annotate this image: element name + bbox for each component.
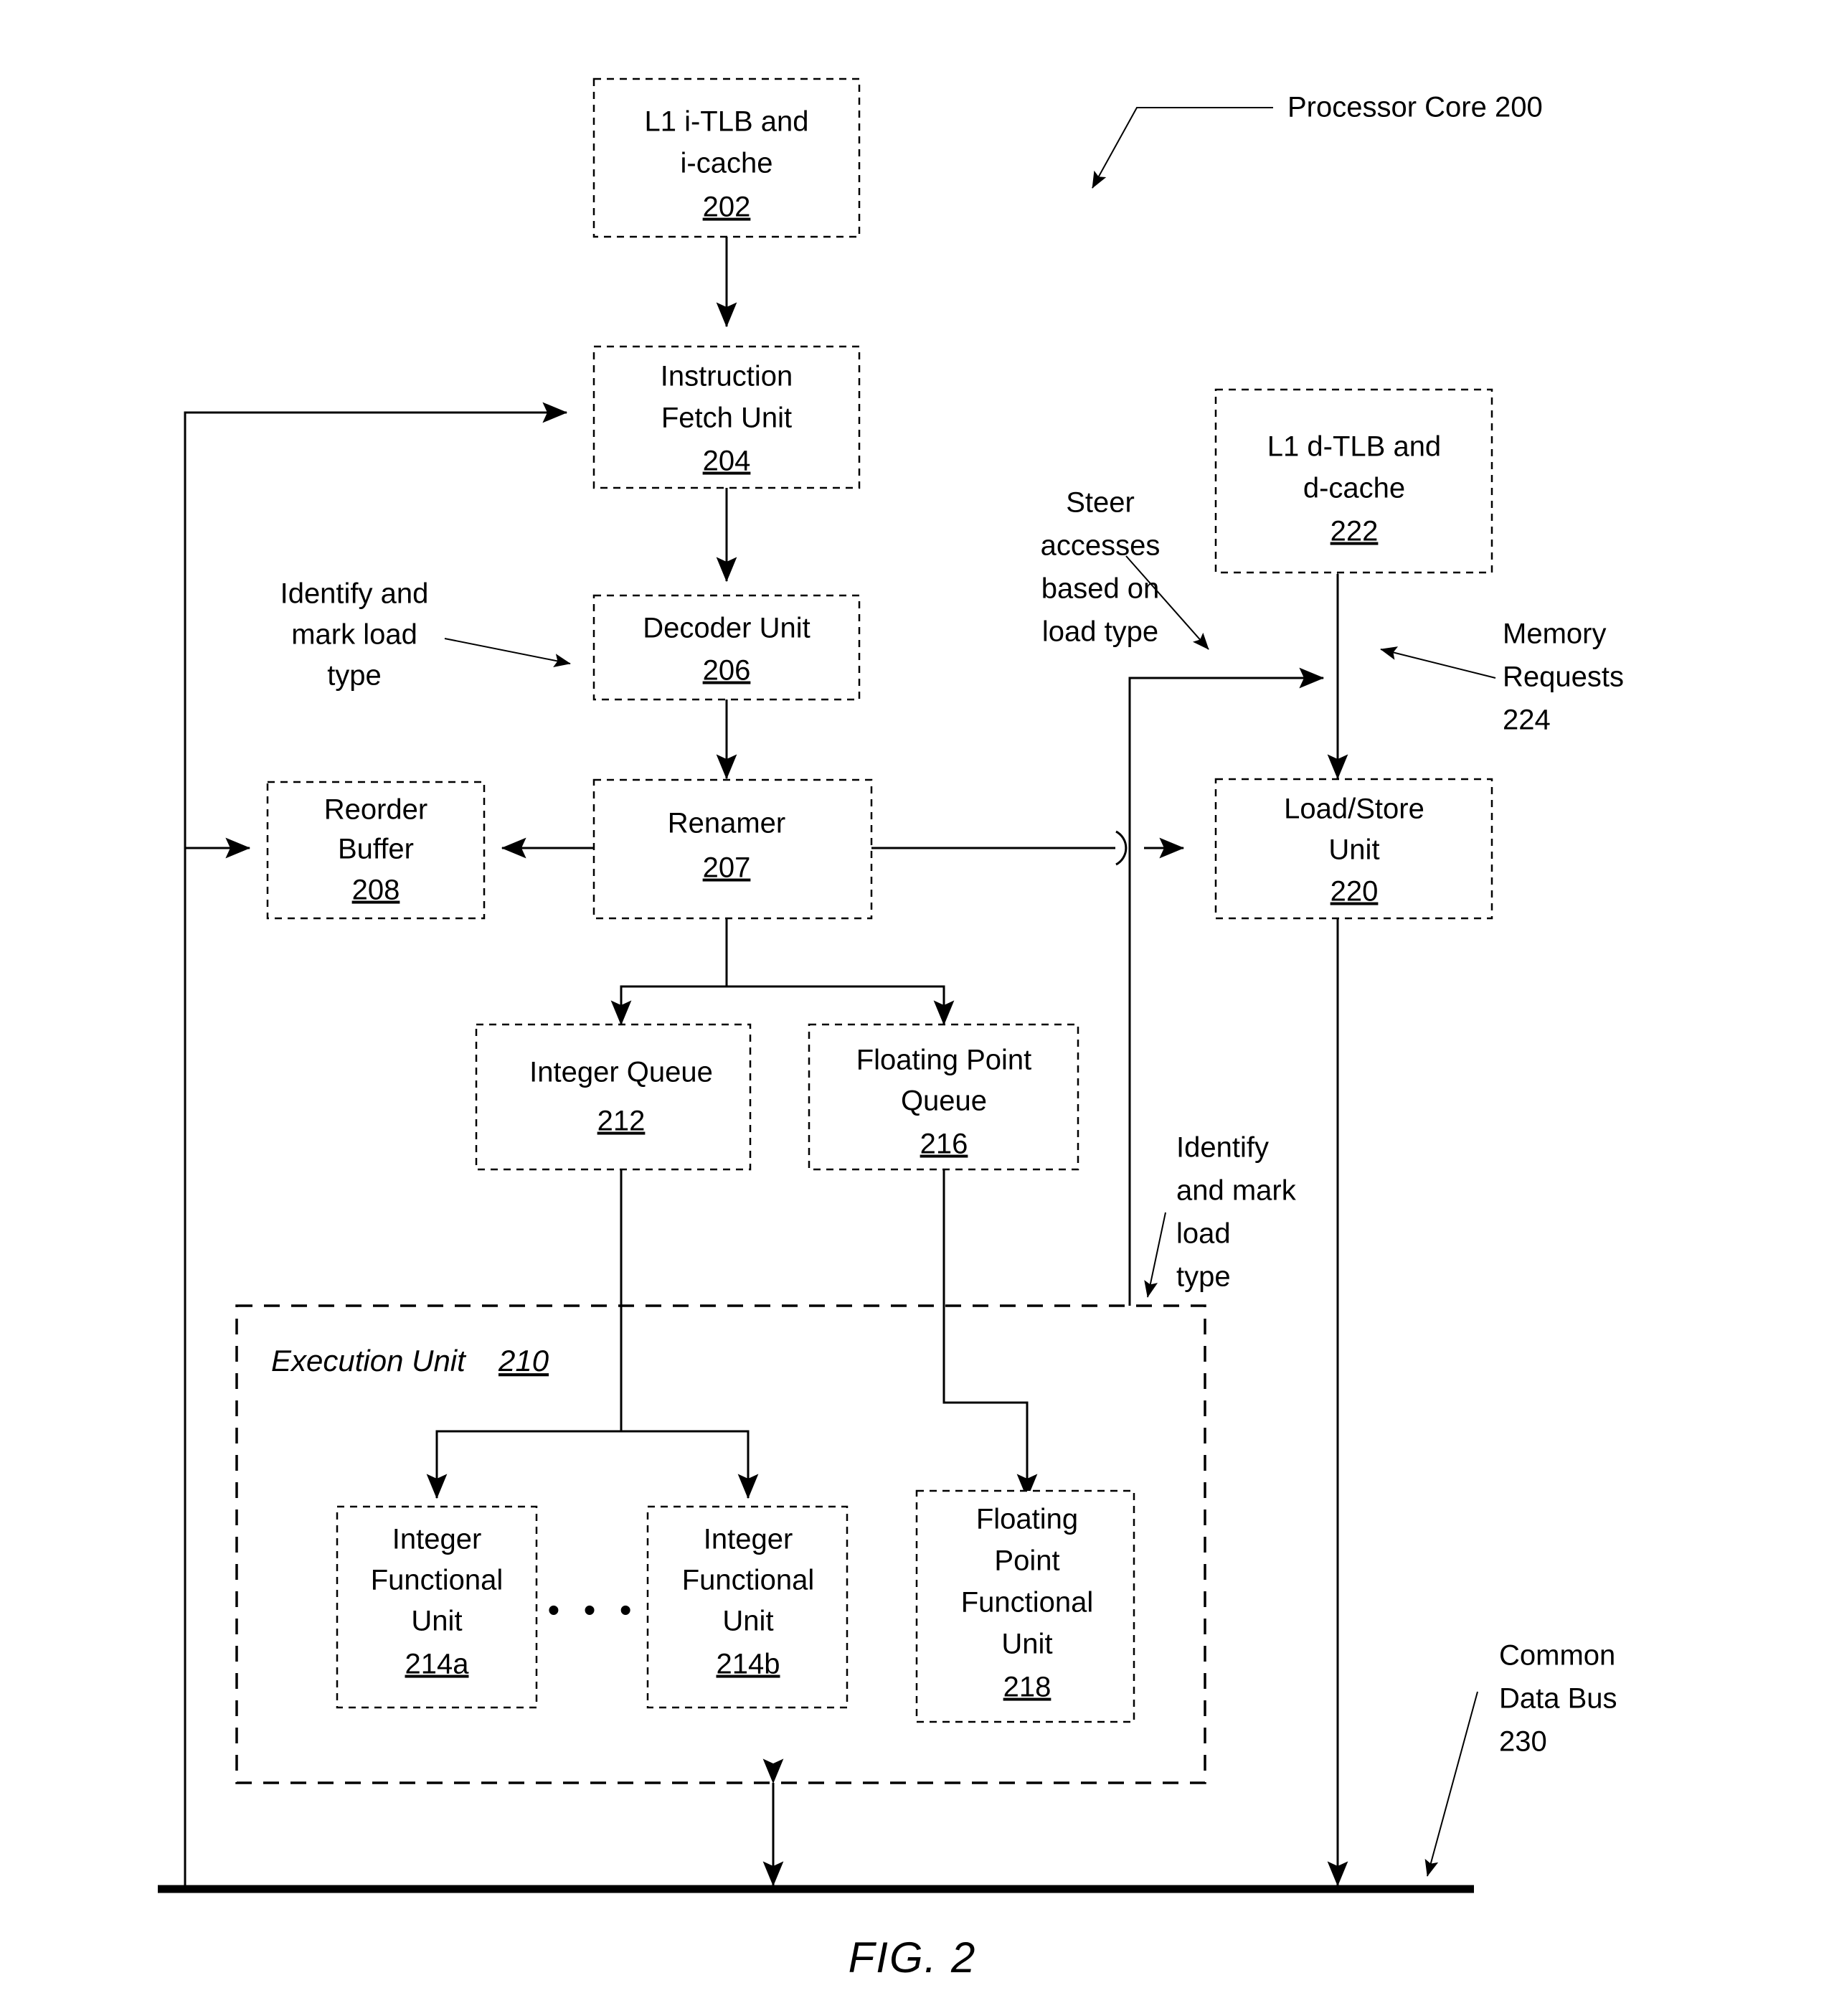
block-renamer-frame[interactable] [592,778,873,920]
callout-identify-mark-right-line2: and mark [1176,1175,1297,1207]
block-fp-queue[interactable]: Floating Point Queue 216 [808,1023,1079,1171]
block-l1-itlb-icache-ref: 202 [703,192,751,223]
callout-steer-accesses-line1: Steer [1066,487,1135,519]
callout-memory-requests-line2: Requests [1503,661,1624,693]
block-fp-functional-unit-line1: Floating [976,1504,1078,1535]
block-reorder-buffer-line2: Buffer [338,834,414,865]
block-integer-functional-unit-b-line2: Functional [682,1565,815,1596]
block-integer-queue-line1: Integer Queue [529,1057,713,1088]
callout-identify-mark-right-line4: type [1176,1261,1231,1293]
block-instruction-fetch-unit-line2: Fetch Unit [661,402,792,434]
block-integer-functional-unit-a-line2: Functional [371,1565,504,1596]
block-l1-dtlb-dcache-line1: L1 d-TLB and [1267,431,1441,463]
block-fp-queue-ref: 216 [920,1129,968,1160]
block-integer-functional-unit-b-line1: Integer [704,1524,793,1555]
callout-identify-mark-left-line3: type [327,660,382,692]
block-integer-functional-unit-b-ref: 214b [717,1649,780,1680]
block-integer-functional-unit-b[interactable]: Integer Functional Unit 214b [646,1505,849,1709]
block-fp-functional-unit-ref: 218 [1003,1672,1051,1703]
callout-common-data-bus-line2: Data Bus [1499,1683,1617,1715]
block-instruction-fetch-unit[interactable]: Instruction Fetch Unit 204 [592,345,861,489]
block-integer-functional-unit-a-line1: Integer [392,1524,482,1555]
block-integer-functional-unit-a-ref: 214a [405,1649,470,1680]
processor-core-block-diagram: Execution Unit 210 L1 i-TLB and i-cache … [0,0,1829,2016]
block-renamer[interactable]: Renamer 207 [592,778,873,920]
block-instruction-fetch-unit-line1: Instruction [661,361,793,392]
block-l1-dtlb-dcache[interactable]: L1 d-TLB and d-cache 222 [1214,388,1493,574]
ellipsis-between-integer-units: • • • [547,1592,638,1630]
callout-common-data-bus-line1: Common [1499,1640,1615,1672]
callout-identify-mark-left-line2: mark load [291,619,417,651]
block-fp-functional-unit-line2: Point [994,1545,1059,1577]
block-integer-functional-unit-a-line3: Unit [411,1606,462,1637]
block-fp-queue-line2: Queue [901,1085,987,1117]
block-reorder-buffer-line1: Reorder [324,794,428,826]
callout-common-data-bus-line3: 230 [1499,1726,1547,1758]
block-integer-queue-frame[interactable] [475,1023,752,1171]
block-load-store-unit-ref: 220 [1331,876,1379,908]
block-fp-functional-unit[interactable]: Floating Point Functional Unit 218 [915,1489,1135,1723]
patent-figure: Execution Unit 210 L1 i-TLB and i-cache … [0,0,1829,2016]
block-instruction-fetch-unit-ref: 204 [703,446,751,477]
callout-steer-accesses-line4: load type [1042,616,1158,648]
block-integer-functional-unit-b-line3: Unit [722,1606,773,1637]
block-fp-functional-unit-line4: Unit [1001,1629,1052,1660]
block-load-store-unit-line1: Load/Store [1284,793,1424,825]
block-integer-functional-unit-a[interactable]: Integer Functional Unit 214a [336,1505,538,1709]
callout-memory-requests-line3: 224 [1503,705,1551,736]
block-l1-itlb-icache-line1: L1 i-TLB and [644,106,808,138]
callout-identify-mark-right-line3: load [1176,1218,1231,1250]
block-integer-queue-ref: 212 [597,1106,646,1137]
callout-memory-requests-line1: Memory [1503,618,1606,650]
block-renamer-line1: Renamer [668,808,786,839]
block-load-store-unit[interactable]: Load/Store Unit 220 [1214,778,1493,920]
block-decoder-unit-ref: 206 [703,655,751,687]
block-fp-queue-line1: Floating Point [856,1045,1032,1076]
execution-unit-ref: 210 [498,1344,549,1377]
callout-steer-accesses-line2: accesses [1041,530,1161,562]
block-reorder-buffer-ref: 208 [352,875,400,906]
block-decoder-unit-line1: Decoder Unit [643,613,810,644]
figure-caption: FIG. 2 [849,1933,977,1982]
block-l1-itlb-icache-line2: i-cache [681,148,773,179]
callout-identify-mark-right-line1: Identify [1176,1132,1269,1164]
callout-identify-mark-left-line1: Identify and [280,578,429,610]
block-integer-queue[interactable]: Integer Queue 212 [475,1023,752,1171]
callout-steer-accesses-line3: based on [1041,573,1160,605]
block-l1-dtlb-dcache-line2: d-cache [1303,473,1405,504]
block-fp-functional-unit-line3: Functional [961,1587,1094,1619]
block-l1-dtlb-dcache-ref: 222 [1331,516,1379,547]
block-load-store-unit-line2: Unit [1328,834,1379,866]
block-decoder-unit[interactable]: Decoder Unit 206 [592,594,861,701]
block-l1-itlb-icache[interactable]: L1 i-TLB and i-cache 202 [592,77,861,238]
block-renamer-ref: 207 [703,852,751,884]
callout-processor-core: Processor Core 200 [1287,92,1543,123]
execution-unit-title: Execution Unit [271,1344,467,1377]
block-reorder-buffer[interactable]: Reorder Buffer 208 [266,781,486,920]
